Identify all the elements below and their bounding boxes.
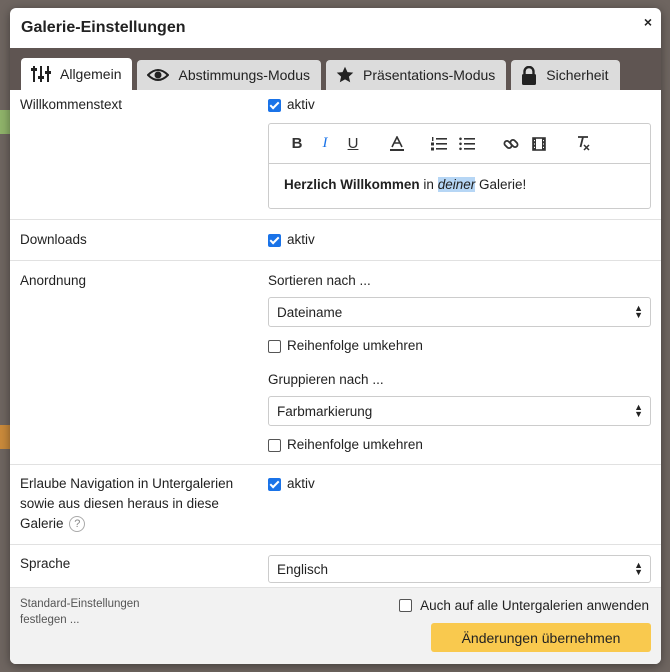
rich-text-editor[interactable]: B I U Herzlich Willkommen in deiner Gale… <box>268 123 651 209</box>
tab-voting-mode[interactable]: Abstimmungs-Modus <box>137 60 321 90</box>
group-select[interactable]: Farbmarkierung ▲ ▼ <box>268 396 651 426</box>
setting-label: Willkommenstext <box>20 97 123 112</box>
background-tag <box>0 425 10 449</box>
link-icon[interactable] <box>497 132 525 156</box>
bullet-list-icon[interactable] <box>453 132 481 156</box>
video-icon[interactable] <box>525 132 553 156</box>
help-icon[interactable]: ? <box>69 516 86 533</box>
language-select[interactable]: Englisch ▲ ▼ <box>268 555 651 583</box>
editor-text: in <box>419 177 438 192</box>
setting-navigation: Erlaube Navigation in Untergalerien sowi… <box>10 465 661 545</box>
sort-select[interactable]: Dateiname ▲ ▼ <box>268 297 651 327</box>
setting-downloads: Downloads aktiv <box>10 220 661 261</box>
dialog-footer: Standard-Einstellungen festlegen ... Auc… <box>10 587 661 664</box>
sliders-icon <box>31 65 51 83</box>
select-value: Englisch <box>277 561 329 577</box>
default-settings-link[interactable]: Standard-Einstellungen festlegen ... <box>20 596 160 628</box>
tab-bar: Allgemein Abstimmungs-Modus Präsentation… <box>10 48 661 90</box>
editor-toolbar: B I U <box>269 124 650 164</box>
checkbox-label: aktiv <box>287 97 315 112</box>
dialog-titlebar: Galerie-Einstellungen × <box>10 8 661 48</box>
background-tag <box>0 110 10 134</box>
clear-format-icon[interactable] <box>569 132 597 156</box>
downloads-active-checkbox[interactable]: aktiv <box>268 230 651 250</box>
settings-content: Willkommenstext aktiv B I U Herzlich Wil… <box>10 90 661 587</box>
navigation-label-text: Erlaube Navigation in Untergalerien sowi… <box>20 476 234 531</box>
checkbox-checked-icon[interactable] <box>268 98 281 112</box>
editor-bold-text: Herzlich Willkommen <box>284 177 420 192</box>
editor-selected-text: deiner <box>437 177 476 192</box>
tab-label: Sicherheit <box>546 67 609 83</box>
setting-language: Sprache Englisch ▲ ▼ <box>10 545 661 587</box>
select-arrows-icon: ▲ ▼ <box>634 402 643 419</box>
setting-order: Anordnung Sortieren nach ... Dateiname ▲… <box>10 261 661 465</box>
checkbox-unchecked-icon[interactable] <box>268 339 281 353</box>
apply-changes-button[interactable]: Änderungen übernehmen <box>431 623 651 652</box>
checkbox-checked-icon[interactable] <box>268 233 281 247</box>
select-arrows-icon: ▲ ▼ <box>634 303 643 320</box>
sort-label: Sortieren nach ... <box>268 273 371 288</box>
lock-icon <box>521 65 537 85</box>
checkbox-unchecked-icon[interactable] <box>268 438 281 452</box>
star-icon <box>336 66 354 84</box>
italic-icon[interactable]: I <box>311 132 339 156</box>
tab-label: Abstimmungs-Modus <box>178 67 310 83</box>
setting-label: Anordnung <box>20 273 87 288</box>
select-arrows-icon: ▲ ▼ <box>634 560 643 577</box>
text-color-icon[interactable] <box>383 132 411 156</box>
checkbox-label: Reihenfolge umkehren <box>287 437 423 452</box>
editor-text: Galerie! <box>475 177 527 192</box>
group-reverse-checkbox[interactable]: Reihenfolge umkehren <box>268 435 651 455</box>
settings-dialog: Galerie-Einstellungen × Allgemein Abstim… <box>10 8 661 664</box>
checkbox-label: aktiv <box>287 232 315 247</box>
dialog-title: Galerie-Einstellungen <box>21 19 186 36</box>
underline-icon[interactable]: U <box>339 132 367 156</box>
bold-icon[interactable]: B <box>283 132 311 156</box>
close-icon[interactable]: × <box>644 14 652 30</box>
tab-label: Allgemein <box>60 66 122 82</box>
group-label: Gruppieren nach ... <box>268 372 384 387</box>
checkbox-label: aktiv <box>287 476 315 491</box>
tab-presentation-mode[interactable]: Präsentations-Modus <box>325 60 507 90</box>
apply-to-subgalleries-checkbox[interactable]: Auch auf alle Untergalerien anwenden <box>399 598 649 613</box>
select-value: Dateiname <box>277 304 343 320</box>
checkbox-label: Reihenfolge umkehren <box>287 338 423 353</box>
checkbox-checked-icon[interactable] <box>268 477 281 491</box>
sort-reverse-checkbox[interactable]: Reihenfolge umkehren <box>268 336 651 356</box>
setting-label: Erlaube Navigation in Untergalerien sowi… <box>10 474 268 534</box>
tab-general[interactable]: Allgemein <box>21 58 133 90</box>
setting-label: Sprache <box>20 556 71 571</box>
ordered-list-icon[interactable] <box>425 132 453 156</box>
navigation-active-checkbox[interactable]: aktiv <box>268 474 651 494</box>
select-value: Farbmarkierung <box>277 403 373 419</box>
welcome-active-checkbox[interactable]: aktiv <box>268 95 651 115</box>
setting-label: Downloads <box>20 232 87 247</box>
tab-label: Präsentations-Modus <box>362 67 496 83</box>
checkbox-label: Auch auf alle Untergalerien anwenden <box>420 598 649 613</box>
setting-welcome: Willkommenstext aktiv B I U Herzlich Wil… <box>10 90 661 220</box>
editor-content[interactable]: Herzlich Willkommen in deiner Galerie! <box>269 164 650 208</box>
eye-icon <box>147 68 170 82</box>
checkbox-unchecked-icon[interactable] <box>399 599 413 612</box>
tab-security[interactable]: Sicherheit <box>511 60 620 90</box>
